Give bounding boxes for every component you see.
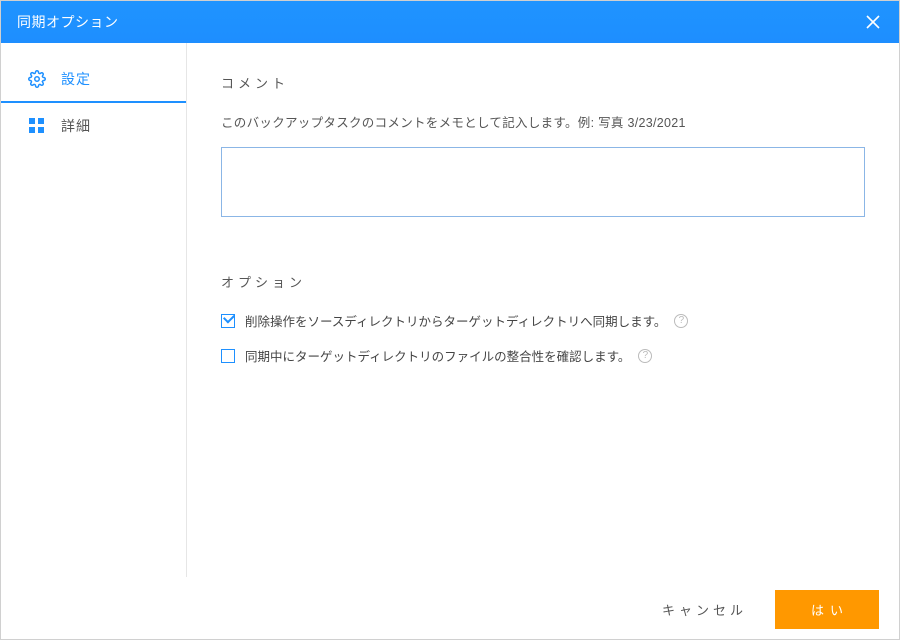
sidebar-item-label: 設定 — [61, 69, 91, 89]
comment-hint: このバックアップタスクのコメントをメモとして記入します。例: 写真 3/23/2… — [221, 112, 865, 131]
help-icon[interactable]: ? — [674, 314, 688, 328]
option-row-verify-integrity: 同期中にターゲットディレクトリのファイルの整合性を確認します。 ? — [221, 346, 865, 365]
content-area: 設定 詳細 コメント このバックアップタスクのコメントをメモとして記入します。例… — [1, 43, 899, 577]
section-comment: コメント このバックアップタスクのコメントをメモとして記入します。例: 写真 3… — [215, 61, 871, 240]
main-panel: コメント このバックアップタスクのコメントをメモとして記入します。例: 写真 3… — [187, 43, 899, 577]
sidebar-item-settings[interactable]: 設定 — [1, 57, 186, 103]
checkbox-verify-integrity[interactable] — [221, 349, 235, 363]
footer: キャンセル はい — [1, 577, 899, 641]
gear-icon — [27, 69, 47, 89]
option-label: 同期中にターゲットディレクトリのファイルの整合性を確認します。 — [245, 346, 630, 365]
ok-button[interactable]: はい — [775, 590, 879, 629]
close-button[interactable] — [859, 8, 887, 36]
grid-icon — [27, 116, 47, 136]
comment-input[interactable] — [221, 147, 865, 217]
sidebar-item-details[interactable]: 詳細 — [1, 103, 186, 149]
option-row-sync-delete: 削除操作をソースディレクトリからターゲットディレクトリへ同期します。 ? — [221, 311, 865, 330]
section-title-comment: コメント — [221, 73, 865, 92]
checkbox-sync-delete[interactable] — [221, 314, 235, 328]
section-title-options: オプション — [221, 272, 865, 291]
titlebar: 同期オプション — [1, 1, 899, 43]
help-icon[interactable]: ? — [638, 349, 652, 363]
cancel-button[interactable]: キャンセル — [652, 592, 757, 627]
section-options: オプション 削除操作をソースディレクトリからターゲットディレクトリへ同期します。… — [215, 260, 871, 401]
window-title: 同期オプション — [17, 12, 859, 32]
sidebar-item-label: 詳細 — [61, 116, 91, 136]
sidebar: 設定 詳細 — [1, 43, 187, 577]
close-icon — [866, 15, 880, 29]
option-label: 削除操作をソースディレクトリからターゲットディレクトリへ同期します。 — [245, 311, 666, 330]
